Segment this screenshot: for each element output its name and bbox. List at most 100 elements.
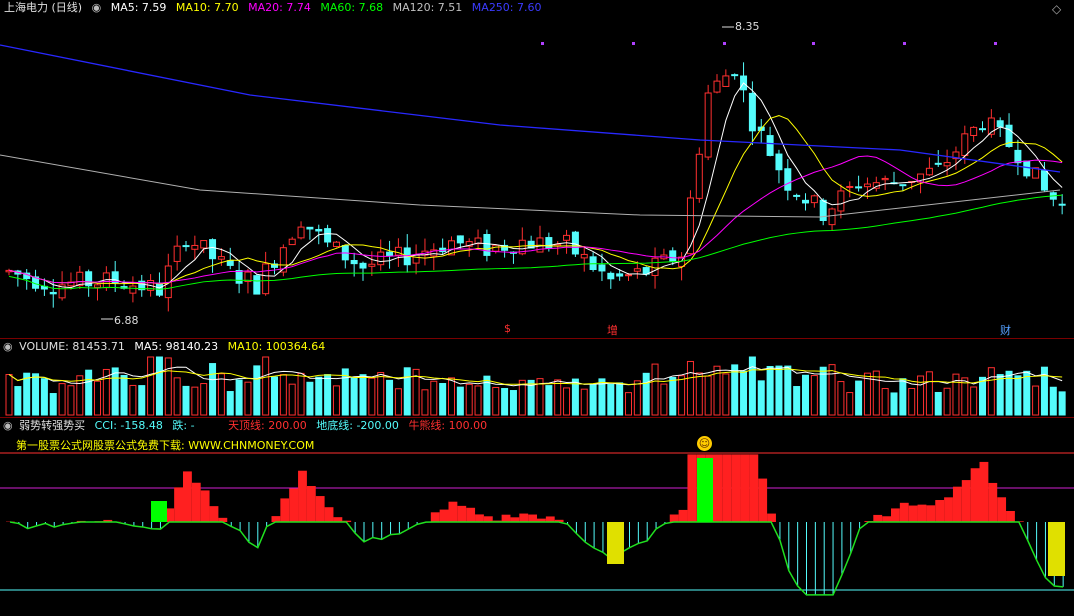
candle-body	[580, 253, 588, 259]
kline-chart[interactable]	[0, 0, 1074, 338]
volume-bar	[5, 374, 13, 416]
cci-chart[interactable]	[0, 418, 1074, 616]
volume-bar	[686, 360, 694, 416]
cci-up-bar	[988, 482, 998, 522]
volume-bar	[439, 383, 447, 416]
candle-body	[943, 162, 951, 167]
cci-up-bar	[891, 508, 900, 522]
volume-bar	[784, 365, 792, 416]
candle-body	[456, 235, 464, 244]
candle-body	[695, 153, 703, 199]
cci-up-bar	[439, 509, 449, 522]
cci-up-bar	[483, 516, 493, 522]
cci-up-bar	[678, 509, 688, 522]
volume-bar	[394, 388, 402, 416]
volume-bar	[332, 385, 340, 416]
volume-bar	[350, 376, 358, 416]
volume-bar	[377, 372, 385, 416]
volume-bar	[235, 379, 243, 416]
candle-body	[633, 268, 641, 272]
volume-bar	[863, 372, 871, 416]
volume-bar	[899, 378, 907, 416]
volume-bar	[191, 386, 199, 416]
volume-bar	[306, 381, 314, 416]
candle-body	[1023, 160, 1031, 177]
cci-up-bar	[882, 516, 891, 522]
volume-bar	[793, 386, 801, 416]
candle-body	[182, 245, 190, 248]
volume-chart[interactable]	[0, 339, 1074, 417]
candle-body	[262, 263, 270, 295]
cci-up-bar	[687, 454, 697, 522]
marker-increase[interactable]: 增	[607, 322, 618, 338]
volume-bar	[386, 379, 394, 416]
volume-bar	[32, 373, 40, 416]
candle-body	[793, 194, 801, 197]
volume-bar	[262, 356, 270, 416]
kline-pane[interactable]: 上海电力 (日线) ◉ MA5: 7.59 MA10: 7.70 MA20: 7…	[0, 0, 1074, 338]
volume-bar	[571, 378, 579, 416]
cci-up-bar	[430, 512, 440, 522]
volume-bar	[810, 375, 818, 416]
cci-up-bar	[749, 454, 759, 522]
cci-up-bar	[714, 454, 723, 522]
volume-bar	[731, 364, 739, 416]
candle-body	[934, 162, 942, 165]
candle-body	[571, 231, 579, 255]
event-dot	[812, 42, 815, 45]
volume-bar	[226, 391, 234, 416]
indicator-pane[interactable]: ◉ 弱势转强势买 CCI: -158.48 跌: - 天顶线: 200.00 地…	[0, 418, 1074, 616]
candle-body	[598, 264, 606, 272]
volume-bar	[802, 374, 809, 416]
volume-bar	[448, 377, 455, 416]
cci-up-bar	[324, 507, 334, 522]
volume-bar	[297, 372, 305, 416]
volume-bar	[580, 388, 588, 416]
cci-up-bar	[873, 514, 883, 522]
marker-dividend[interactable]: $	[504, 322, 511, 335]
cci-up-bar	[731, 454, 741, 522]
volume-bar	[164, 357, 172, 416]
volume-bar	[120, 374, 128, 416]
volume-bar	[94, 380, 101, 416]
volume-bar	[155, 356, 163, 416]
candle-body	[855, 186, 863, 189]
buy-signal-green	[151, 501, 167, 522]
volume-bar	[253, 365, 261, 416]
volume-bar	[58, 383, 66, 416]
candle-body	[802, 199, 809, 204]
volume-bar	[846, 392, 854, 416]
volume-bar	[456, 386, 464, 416]
volume-bar	[970, 386, 978, 416]
volume-bar	[996, 374, 1004, 416]
volume-bar	[173, 377, 181, 416]
candle-body	[651, 257, 659, 276]
candle-body	[607, 272, 615, 280]
candle-body	[235, 270, 243, 284]
volume-pane[interactable]: ◉ VOLUME: 81453.71 MA5: 98140.23 MA10: 1…	[0, 339, 1074, 417]
volume-bar	[200, 383, 208, 416]
volume-bar	[430, 380, 438, 416]
smiley-icon: ☺	[697, 436, 712, 451]
marker-finance[interactable]: 财	[1000, 322, 1011, 338]
cci-up-bar	[722, 454, 732, 522]
cci-up-bar	[466, 507, 476, 522]
cci-up-bar	[669, 514, 679, 522]
volume-bar	[182, 385, 190, 416]
candle-body	[961, 133, 969, 157]
volume-bar	[509, 390, 517, 416]
volume-bar	[651, 363, 659, 416]
candle-body	[722, 75, 730, 87]
candle-body	[625, 274, 632, 277]
volume-bar	[748, 356, 756, 416]
candle-body	[173, 245, 181, 262]
candle-body	[925, 167, 933, 176]
volume-bar	[67, 385, 75, 416]
volume-bar	[660, 383, 668, 416]
volume-bar	[129, 384, 137, 416]
volume-bar	[961, 377, 969, 416]
candle-body	[713, 80, 721, 93]
cci-up-bar	[758, 478, 768, 522]
volume-bar	[987, 367, 995, 416]
volume-bar	[766, 365, 774, 416]
